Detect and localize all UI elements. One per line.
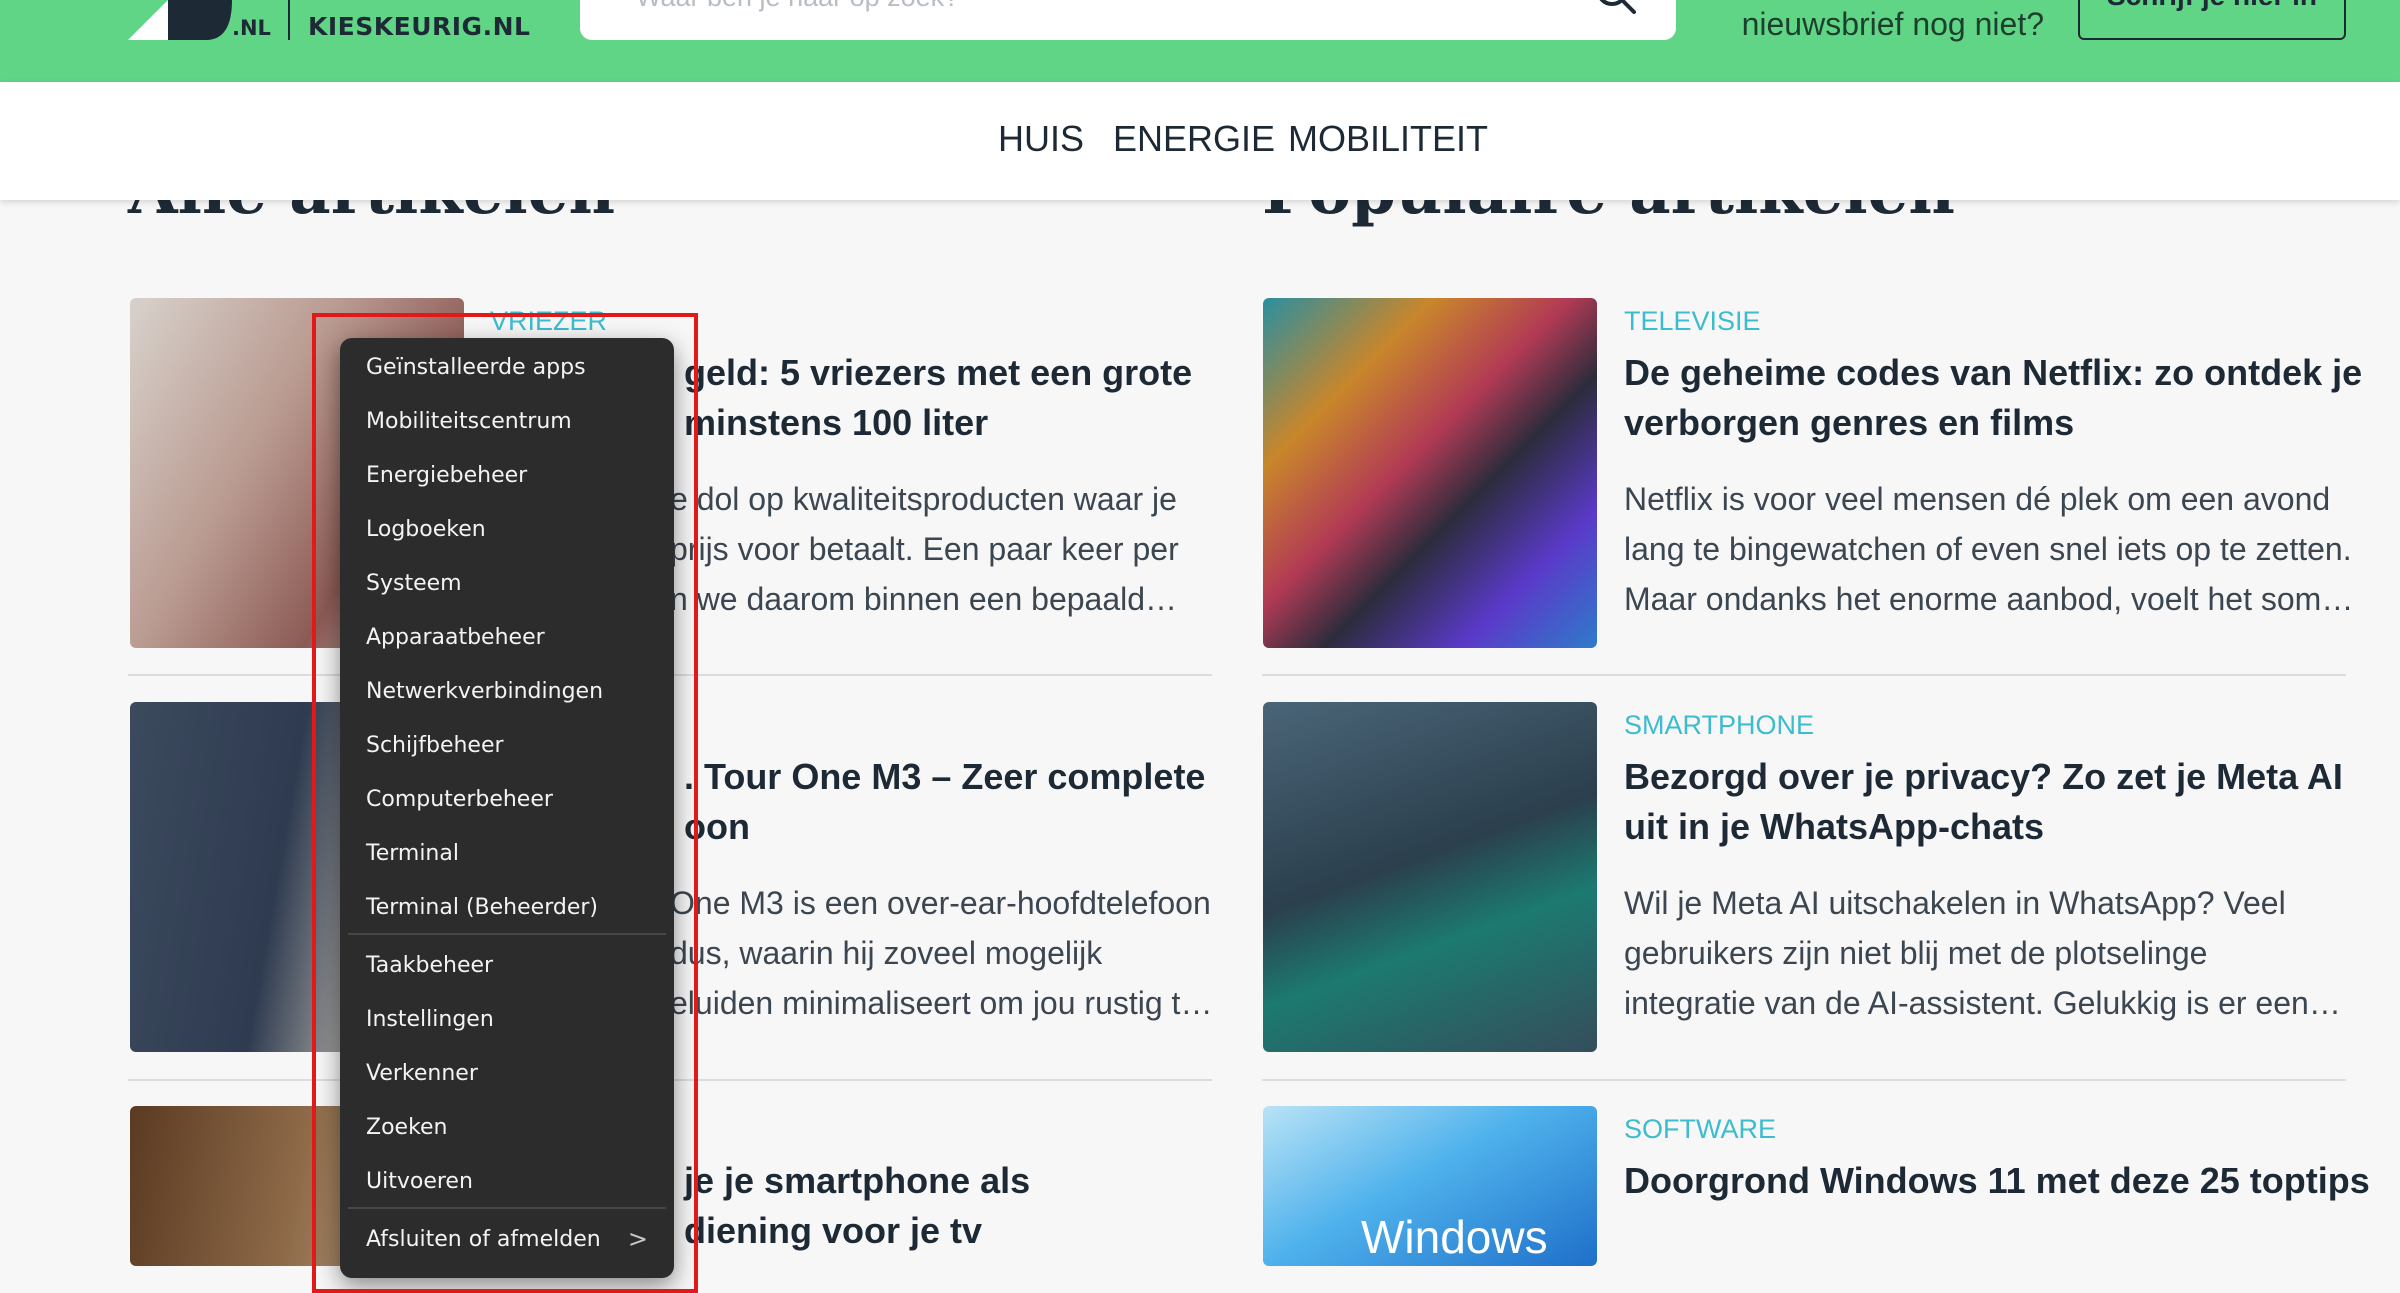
partner-logo[interactable]: KIESKEURIG.NL xyxy=(308,12,530,41)
article-divider xyxy=(1262,674,2346,676)
article-thumbnail[interactable]: Windows 11 xyxy=(1263,1106,1597,1266)
article-excerpt: Wil je Meta AI uitschakelen in WhatsApp?… xyxy=(1624,885,2286,921)
article-title-line2[interactable]: verborgen genres en films xyxy=(1624,398,2074,448)
highlight-annotation xyxy=(312,313,698,1293)
article-category[interactable]: SOFTWARE xyxy=(1624,1114,1776,1145)
article-category[interactable]: SMARTPHONE xyxy=(1624,710,1814,741)
article-excerpt-line3: n we daarom binnen een bepaald… xyxy=(670,581,1178,617)
newsletter-subscribe-button[interactable]: Schrijf je hier in xyxy=(2078,0,2346,40)
article-title[interactable]: . Tour One M3 – Zeer complete xyxy=(684,752,1205,802)
article-category[interactable]: TELEVISIE xyxy=(1624,306,1761,337)
article-excerpt-line3: integratie van de AI-assistent. Gelukkig… xyxy=(1624,985,2341,1021)
nav-item-huis[interactable]: HUIS xyxy=(998,118,1084,160)
newsletter-text: nieuwsbrief nog niet? xyxy=(1741,6,2044,42)
site-logo[interactable] xyxy=(128,0,248,40)
thumbnail-caption: Windows 11 xyxy=(1361,1211,1548,1266)
article-title[interactable]: De geheime codes van Netflix: zo ontdek … xyxy=(1624,348,2362,398)
article-excerpt-line2: prijs voor betaalt. Een paar keer per xyxy=(670,531,1179,567)
article-thumbnail[interactable] xyxy=(1263,702,1597,1052)
article-title-line2[interactable]: uit in je WhatsApp-chats xyxy=(1624,802,2044,852)
article-excerpt-line2: gebruikers zijn niet blij met de plotsel… xyxy=(1624,935,2208,971)
article-excerpt: e dol op kwaliteitsproducten waar je xyxy=(670,481,1177,517)
article-title[interactable]: geld: 5 vriezers met een grote xyxy=(684,348,1192,398)
article-divider xyxy=(1262,1079,2346,1081)
logo-suffix: .NL xyxy=(232,16,271,40)
article-thumbnail[interactable] xyxy=(1263,298,1597,648)
article-title[interactable]: je je smartphone als xyxy=(684,1156,1030,1206)
logo-divider xyxy=(288,0,290,40)
article-excerpt-line3: eluiden minimaliseert om jou rustig t… xyxy=(670,985,1213,1021)
article-title-line2[interactable]: diening voor je tv xyxy=(684,1206,982,1256)
article-title[interactable]: Doorgrond Windows 11 met deze 25 toptips xyxy=(1624,1156,2370,1206)
nav-item-energie[interactable]: ENERGIE xyxy=(1113,118,1275,160)
article-excerpt-line2: dus, waarin hij zoveel mogelijk xyxy=(670,935,1103,971)
search-input[interactable]: Waar ben je naar op zoek? xyxy=(636,0,959,13)
newsletter-button-label: Schrijf je hier in xyxy=(2080,0,2344,12)
article-excerpt: Netflix is voor veel mensen dé plek om e… xyxy=(1624,481,2331,517)
site-header: .NL KIESKEURIG.NL Waar ben je naar op zo… xyxy=(0,0,2400,82)
article-excerpt-line2: lang te bingewatchen of even snel iets o… xyxy=(1624,531,2352,567)
article-excerpt: One M3 is een over-ear-hoofdtelefoon xyxy=(670,885,1211,921)
nav-item-mobiliteit[interactable]: MOBILITEIT xyxy=(1288,118,1488,160)
search-icon[interactable] xyxy=(1588,0,1644,20)
article-title-line2[interactable]: minstens 100 liter xyxy=(684,398,988,448)
main-nav: HUIS ENERGIE MOBILITEIT xyxy=(0,82,2400,200)
article-excerpt-line3: Maar ondanks het enorme aanbod, voelt he… xyxy=(1624,581,2354,617)
search-bar[interactable]: Waar ben je naar op zoek? xyxy=(580,0,1676,40)
article-title[interactable]: Bezorgd over je privacy? Zo zet je Meta … xyxy=(1624,752,2343,802)
